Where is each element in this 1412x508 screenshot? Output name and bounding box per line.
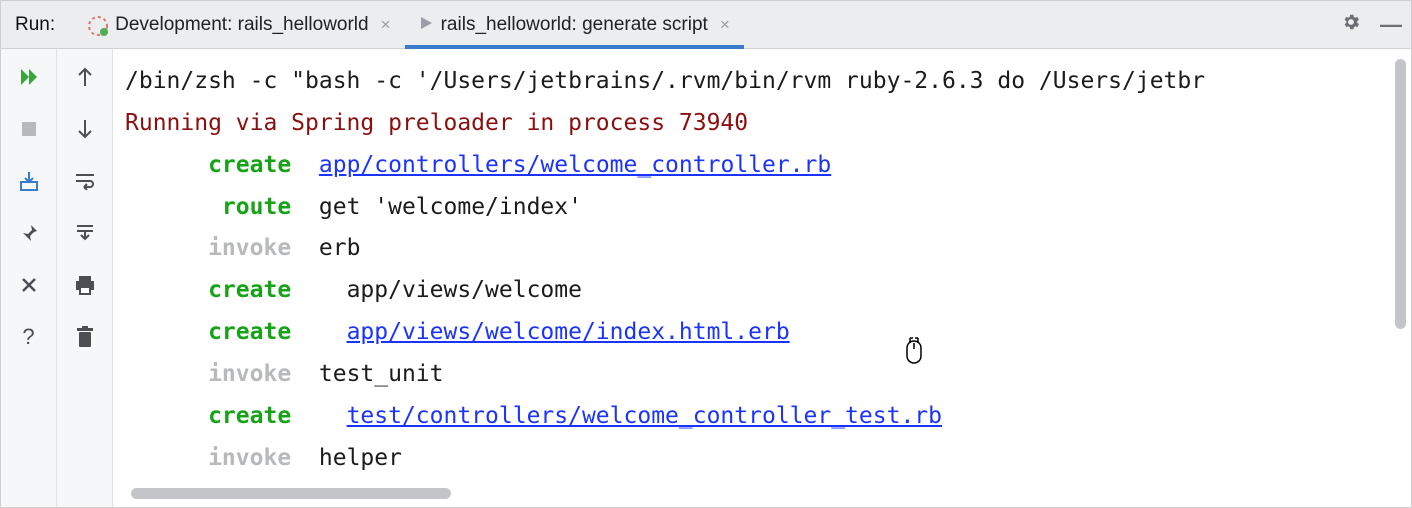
console-keyword: invoke	[125, 445, 291, 471]
run-panel-body: ? /bin/zsh -c "bash -c '/Users/jetbrains…	[1, 49, 1411, 507]
output-controls-toolbar	[57, 49, 113, 507]
console-wrap: /bin/zsh -c "bash -c '/Users/jetbrains/.…	[113, 49, 1411, 507]
console-text: test_unit	[319, 361, 444, 387]
console-keyword: invoke	[125, 235, 291, 261]
vertical-scrollbar[interactable]	[1395, 59, 1406, 329]
settings-button[interactable]	[1331, 1, 1371, 48]
close-icon[interactable]: ×	[377, 15, 395, 35]
tab-spacer	[744, 1, 1331, 48]
rerun-button[interactable]	[13, 63, 45, 91]
play-icon	[419, 14, 433, 36]
console-spring-line: Running via Spring preloader in process …	[125, 110, 748, 136]
console-keyword: create	[125, 152, 291, 178]
file-link[interactable]: test/controllers/welcome_controller_test…	[347, 403, 942, 429]
save-output-button[interactable]	[13, 167, 45, 195]
console-command: /bin/zsh -c "bash -c '/Users/jetbrains/.…	[125, 68, 1205, 94]
close-button[interactable]	[13, 271, 45, 299]
rails-icon	[87, 15, 107, 35]
minimize-button[interactable]: —	[1371, 1, 1411, 48]
run-actions-toolbar: ?	[1, 49, 57, 507]
console-keyword: create	[125, 403, 291, 429]
file-link[interactable]: app/controllers/welcome_controller.rb	[319, 152, 831, 178]
console-text: get 'welcome/index'	[319, 194, 582, 220]
console-text: app/views/welcome	[347, 277, 582, 303]
help-button[interactable]: ?	[13, 323, 45, 351]
horizontal-scrollbar[interactable]	[131, 488, 451, 499]
trash-button[interactable]	[69, 323, 101, 351]
stop-button[interactable]	[13, 115, 45, 143]
tab-label: rails_helloworld: generate script	[441, 14, 708, 36]
tab-label: Development: rails_helloworld	[115, 14, 368, 36]
console-output[interactable]: /bin/zsh -c "bash -c '/Users/jetbrains/.…	[113, 49, 1411, 488]
minimize-icon: —	[1380, 12, 1402, 38]
soft-wrap-button[interactable]	[69, 167, 101, 195]
print-button[interactable]	[69, 271, 101, 299]
tab-development[interactable]: Development: rails_helloworld ×	[73, 1, 404, 48]
console-keyword: invoke	[125, 361, 291, 387]
down-button[interactable]	[69, 115, 101, 143]
console-keyword: route	[125, 194, 291, 220]
gear-icon	[1341, 12, 1361, 38]
scroll-to-end-button[interactable]	[69, 219, 101, 247]
up-button[interactable]	[69, 63, 101, 91]
tab-generate-script[interactable]: rails_helloworld: generate script ×	[405, 1, 744, 48]
console-keyword: create	[125, 277, 291, 303]
console-text: erb	[319, 235, 361, 261]
run-panel-header: Run: Development: rails_helloworld × rai…	[1, 1, 1411, 49]
console-keyword: create	[125, 319, 291, 345]
run-label: Run:	[1, 1, 73, 48]
pin-button[interactable]	[13, 219, 45, 247]
close-icon[interactable]: ×	[716, 15, 734, 35]
file-link[interactable]: app/views/welcome/index.html.erb	[347, 319, 790, 345]
console-text: helper	[319, 445, 402, 471]
